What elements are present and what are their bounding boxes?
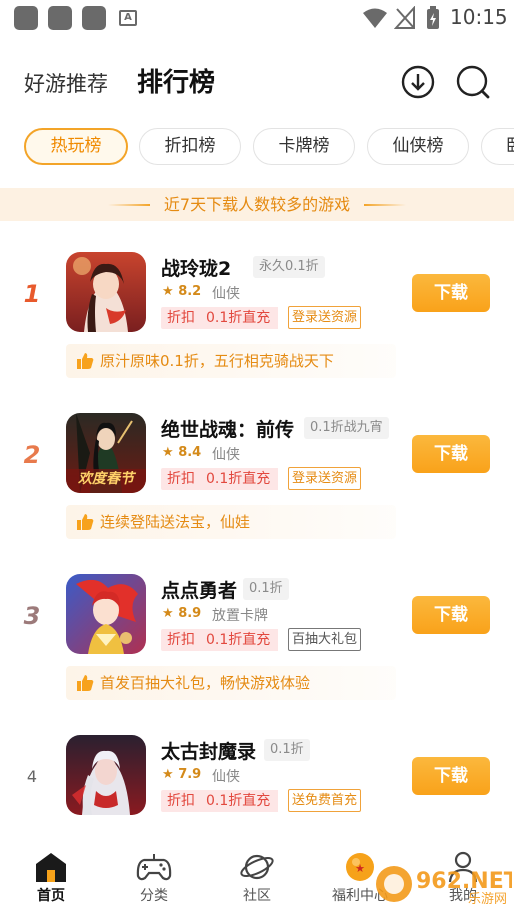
promo-tag: 永久0.1折 [253, 256, 325, 278]
battery-icon [427, 6, 439, 29]
recommendation: 首发百抽大礼包，畅快游戏体验 [66, 666, 396, 700]
game-icon[interactable]: 欢度春节 [66, 413, 146, 493]
nav-category[interactable]: 分类 [114, 840, 194, 913]
tab-hot[interactable]: 热玩榜 [24, 128, 128, 165]
tab-xianxia[interactable]: 仙侠榜 [367, 128, 469, 165]
recommendation: 连续登陆送法宝，仙娃 [66, 505, 396, 539]
star-icon: ★ [162, 445, 174, 460]
nav-label: 社区 [243, 888, 271, 904]
star-icon: ★ [162, 284, 174, 299]
nav-label: 分类 [140, 888, 168, 904]
discount-badge: 折扣 [161, 468, 201, 490]
download-button[interactable]: 下载 [412, 757, 490, 795]
icon-caption: 欢度春节 [78, 471, 134, 487]
recommendation: 原汁原味0.1折，五行相克骑战天下 [66, 344, 396, 378]
game-row[interactable]: 4 太古封魔录 0.1折 ★ 7.9 仙侠 折扣 0.1折直充 送免费首充 下载 [0, 735, 514, 815]
offer-badge: 0.1折直充 [200, 307, 279, 329]
clock: 10:15 [450, 5, 508, 29]
planet-icon [240, 854, 274, 880]
star-icon: ★ [162, 606, 174, 621]
rank-number: 1 [23, 280, 41, 308]
download-button[interactable]: 下载 [412, 274, 490, 312]
game-icon[interactable] [66, 574, 146, 654]
no-signal-icon [394, 6, 415, 29]
ranking-description-banner: 近7天下载人数较多的游戏 [0, 188, 514, 221]
rating-value: 7.9 [178, 767, 202, 782]
watermark: 962.NET 乐游网 [372, 862, 514, 907]
tab-discount[interactable]: 折扣榜 [139, 128, 241, 165]
rating-value: 8.9 [178, 606, 202, 621]
tab-more[interactable]: 卧 [481, 128, 514, 165]
rank-number: 2 [23, 441, 41, 469]
svg-text:★: ★ [355, 862, 365, 875]
discount-badge: 折扣 [161, 307, 201, 329]
svg-text:乐游网: 乐游网 [468, 892, 507, 906]
tab-recommend[interactable]: 好游推荐 [24, 68, 108, 98]
game-name[interactable]: 太古封魔录 [161, 737, 256, 764]
game-name[interactable]: 点点勇者 [161, 576, 237, 603]
promo-badge: 登录送资源 [288, 306, 362, 329]
promo-tag: 0.1折战九宵 [304, 417, 389, 439]
nav-community[interactable]: 社区 [217, 840, 297, 913]
promo-badge: 百抽大礼包 [288, 628, 362, 651]
gamepad-icon [136, 854, 172, 881]
game-row[interactable]: 1 战玲珑2 永久0.1折 ★ 8.2 仙侠 折扣 0.1折直充 登录送资源 下… [0, 252, 514, 412]
genre-label: 仙侠 [212, 769, 240, 785]
genre-label: 放置卡牌 [212, 608, 268, 624]
rank-number: 4 [26, 767, 38, 786]
offer-badge: 0.1折直充 [200, 790, 279, 812]
nav-label: 首页 [37, 888, 65, 904]
thumbs-up-icon [77, 353, 94, 369]
promo-badge: 登录送资源 [288, 467, 362, 490]
game-icon[interactable] [66, 735, 146, 815]
discount-badge: 折扣 [161, 629, 201, 651]
rating: ★ 8.4 [162, 445, 201, 460]
tab-card[interactable]: 卡牌榜 [253, 128, 355, 165]
star-icon: ★ [162, 767, 174, 782]
rating: ★ 7.9 [162, 767, 201, 782]
keyboard-icon: A [119, 10, 137, 26]
rank-number: 3 [23, 602, 41, 630]
promo-tag: 0.1折 [264, 739, 310, 761]
notification-icon [48, 6, 72, 30]
svg-text:962.NET: 962.NET [416, 869, 512, 894]
rating-value: 8.4 [178, 445, 202, 460]
game-icon[interactable] [66, 252, 146, 332]
download-icon[interactable] [400, 64, 436, 100]
notification-icon [82, 6, 106, 30]
genre-label: 仙侠 [212, 447, 240, 463]
status-bar: A 10:15 [0, 0, 514, 36]
thumbs-up-icon [77, 675, 94, 691]
recommendation-text: 连续登陆送法宝，仙娃 [100, 513, 251, 531]
game-name[interactable]: 绝世战魂：前传 [161, 415, 294, 442]
search-icon[interactable] [455, 64, 491, 100]
game-name[interactable]: 战玲珑2 [161, 254, 231, 281]
home-icon [36, 853, 66, 882]
promo-tag: 0.1折 [243, 578, 289, 600]
genre-label: 仙侠 [212, 286, 240, 302]
rating: ★ 8.2 [162, 284, 201, 299]
thumbs-up-icon [77, 514, 94, 530]
rating-value: 8.2 [178, 284, 202, 299]
ranking-tabs: 热玩榜 折扣榜 卡牌榜 仙侠榜 卧 [24, 128, 514, 166]
banner-text: 近7天下载人数较多的游戏 [163, 195, 351, 214]
nav-home[interactable]: 首页 [11, 840, 91, 913]
offer-badge: 0.1折直充 [200, 629, 279, 651]
offer-badge: 0.1折直充 [200, 468, 279, 490]
watermark-logo: 962.NET 乐游网 [376, 866, 514, 907]
download-button[interactable]: 下载 [412, 435, 490, 473]
game-row[interactable]: 3 点点勇者 0.1折 ★ 8.9 放置卡牌 折扣 0.1折直充 百抽大礼包 下… [0, 574, 514, 734]
recommendation-text: 首发百抽大礼包，畅快游戏体验 [100, 674, 311, 692]
rating: ★ 8.9 [162, 606, 201, 621]
notification-icon [14, 6, 38, 30]
promo-badge: 送免费首充 [288, 789, 362, 812]
download-button[interactable]: 下载 [412, 596, 490, 634]
recommendation-text: 原汁原味0.1折，五行相克骑战天下 [100, 352, 334, 370]
discount-badge: 折扣 [161, 790, 201, 812]
game-row[interactable]: 2 欢度春节 绝世战魂：前传 0.1折战九宵 ★ 8.4 仙侠 折扣 0.1折直… [0, 413, 514, 573]
wifi-icon [363, 8, 387, 28]
page-title[interactable]: 排行榜 [137, 62, 215, 99]
